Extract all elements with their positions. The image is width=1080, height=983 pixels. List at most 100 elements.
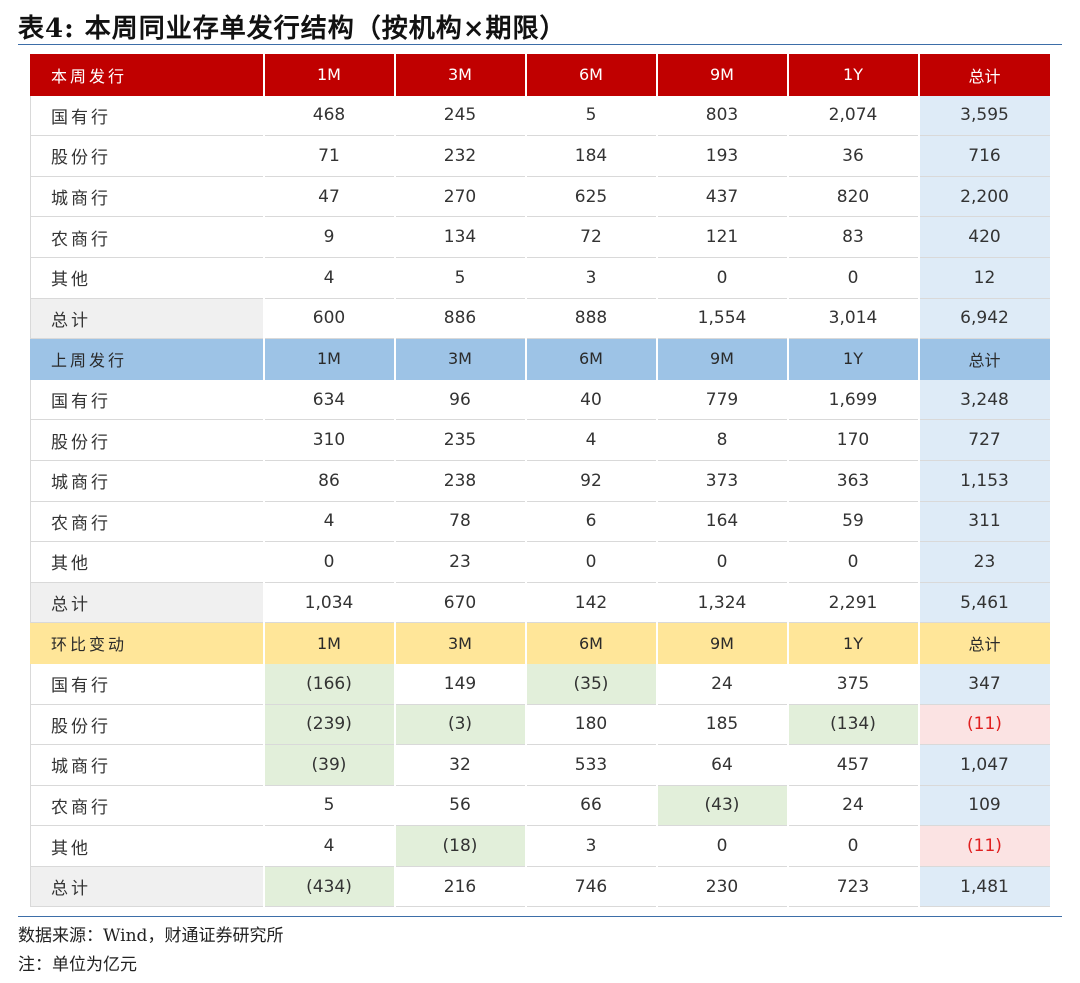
table-cell: 230 — [656, 865, 789, 908]
table-total-row: 总计 1,034 670 142 1,324 2,291 5,461 — [30, 581, 1052, 624]
table-cell: 134 — [394, 216, 527, 258]
table-cell: 180 — [525, 703, 658, 746]
row-total-cell: 109 — [918, 784, 1052, 827]
table-row: 农商行 9 134 72 121 83 420 — [30, 216, 1052, 258]
column-header: 6M — [525, 54, 658, 96]
table-cell: 803 — [656, 94, 789, 137]
row-total-cell: 3,248 — [918, 378, 1052, 421]
table-cell: 363 — [787, 459, 920, 502]
column-header: 1Y — [787, 338, 920, 380]
table-cell: 121 — [656, 216, 789, 258]
column-header: 3M — [394, 622, 527, 664]
row-total-cell: 12 — [918, 256, 1052, 299]
table-cell: 8 — [656, 419, 789, 461]
table-cell: (3) — [394, 703, 527, 746]
table-cell: (43) — [656, 784, 789, 827]
table-cell: (434) — [263, 865, 396, 908]
table-cell: 0 — [656, 825, 789, 867]
row-total-cell: 1,153 — [918, 459, 1052, 502]
column-header: 总计 — [918, 622, 1052, 664]
table-cell: 0 — [787, 256, 920, 299]
issuance-table: 本周发行 1M 3M 6M 9M 1Y 总计 国有行 468 245 5 803 2,074 3,595 股… — [30, 54, 1052, 908]
table-cell: 0 — [656, 256, 789, 299]
row-total-cell: 6,942 — [918, 297, 1052, 340]
column-header: 6M — [525, 622, 658, 664]
title-rule — [18, 44, 1062, 45]
row-total-cell: 2,200 — [918, 175, 1052, 218]
table-cell: 86 — [263, 459, 396, 502]
table-cell: 232 — [394, 135, 527, 177]
table-cell: 2,074 — [787, 94, 920, 137]
table-row: 城商行 47 270 625 437 820 2,200 — [30, 175, 1052, 218]
table-cell: 170 — [787, 419, 920, 461]
row-total-cell: 727 — [918, 419, 1052, 461]
table-cell: 78 — [394, 500, 527, 543]
table-cell: 457 — [787, 744, 920, 786]
table-cell: (18) — [394, 825, 527, 867]
table-cell: 723 — [787, 865, 920, 908]
row-label: 股份行 — [30, 419, 265, 461]
table-cell: 373 — [656, 459, 789, 502]
column-header: 9M — [656, 54, 789, 96]
table-cell: 0 — [263, 541, 396, 583]
table-cell: 779 — [656, 378, 789, 421]
table-row: 其他 0 23 0 0 0 23 — [30, 541, 1052, 583]
table-cell: 9 — [263, 216, 396, 258]
table-cell: 0 — [656, 541, 789, 583]
table-cell: 64 — [656, 744, 789, 786]
table-cell: 3 — [525, 825, 658, 867]
row-label: 股份行 — [30, 703, 265, 746]
table-cell: 375 — [787, 662, 920, 705]
table-cell: 6 — [525, 500, 658, 543]
table-cell: 310 — [263, 419, 396, 461]
table-cell: 0 — [787, 541, 920, 583]
row-total-cell: 347 — [918, 662, 1052, 705]
row-total-cell: 420 — [918, 216, 1052, 258]
table-cell: 235 — [394, 419, 527, 461]
column-header: 1Y — [787, 622, 920, 664]
row-total-cell: 3,595 — [918, 94, 1052, 137]
table-cell: 5 — [525, 94, 658, 137]
row-total-cell: 23 — [918, 541, 1052, 583]
table-row: 城商行 (39) 32 533 64 457 1,047 — [30, 744, 1052, 786]
column-header: 9M — [656, 622, 789, 664]
table-cell: 4 — [263, 825, 396, 867]
table-cell: 1,034 — [263, 581, 396, 624]
table-row: 国有行 468 245 5 803 2,074 3,595 — [30, 94, 1052, 137]
table-cell: 1,324 — [656, 581, 789, 624]
unit-note: 注：单位为亿元 — [18, 955, 137, 975]
row-label: 国有行 — [30, 378, 265, 421]
row-label: 总计 — [30, 865, 265, 908]
row-label: 城商行 — [30, 459, 265, 502]
table-cell: 56 — [394, 784, 527, 827]
table-cell: 888 — [525, 297, 658, 340]
footer-rule — [18, 916, 1062, 917]
table-row: 城商行 86 238 92 373 363 1,153 — [30, 459, 1052, 502]
row-label: 其他 — [30, 541, 265, 583]
row-label: 总计 — [30, 297, 265, 340]
row-label: 国有行 — [30, 662, 265, 705]
column-header: 6M — [525, 338, 658, 380]
table-cell: 886 — [394, 297, 527, 340]
table-cell: 238 — [394, 459, 527, 502]
table-cell: 533 — [525, 744, 658, 786]
source-note: 数据来源：Wind，财通证券研究所 — [18, 926, 284, 946]
column-header: 9M — [656, 338, 789, 380]
table-cell: 3,014 — [787, 297, 920, 340]
row-label: 农商行 — [30, 216, 265, 258]
table-cell: 92 — [525, 459, 658, 502]
row-label: 农商行 — [30, 784, 265, 827]
table-cell: 23 — [394, 541, 527, 583]
table-row: 股份行 71 232 184 193 36 716 — [30, 135, 1052, 177]
column-header: 1M — [263, 338, 396, 380]
table-cell: 1,554 — [656, 297, 789, 340]
table-cell: 184 — [525, 135, 658, 177]
column-header: 1Y — [787, 54, 920, 96]
table-cell: 71 — [263, 135, 396, 177]
row-label: 国有行 — [30, 94, 265, 137]
column-header: 1M — [263, 622, 396, 664]
table-row: 股份行 310 235 4 8 170 727 — [30, 419, 1052, 461]
section-header-row: 上周发行 1M 3M 6M 9M 1Y 总计 — [30, 338, 1052, 380]
table-cell: 270 — [394, 175, 527, 218]
table-cell: 468 — [263, 94, 396, 137]
